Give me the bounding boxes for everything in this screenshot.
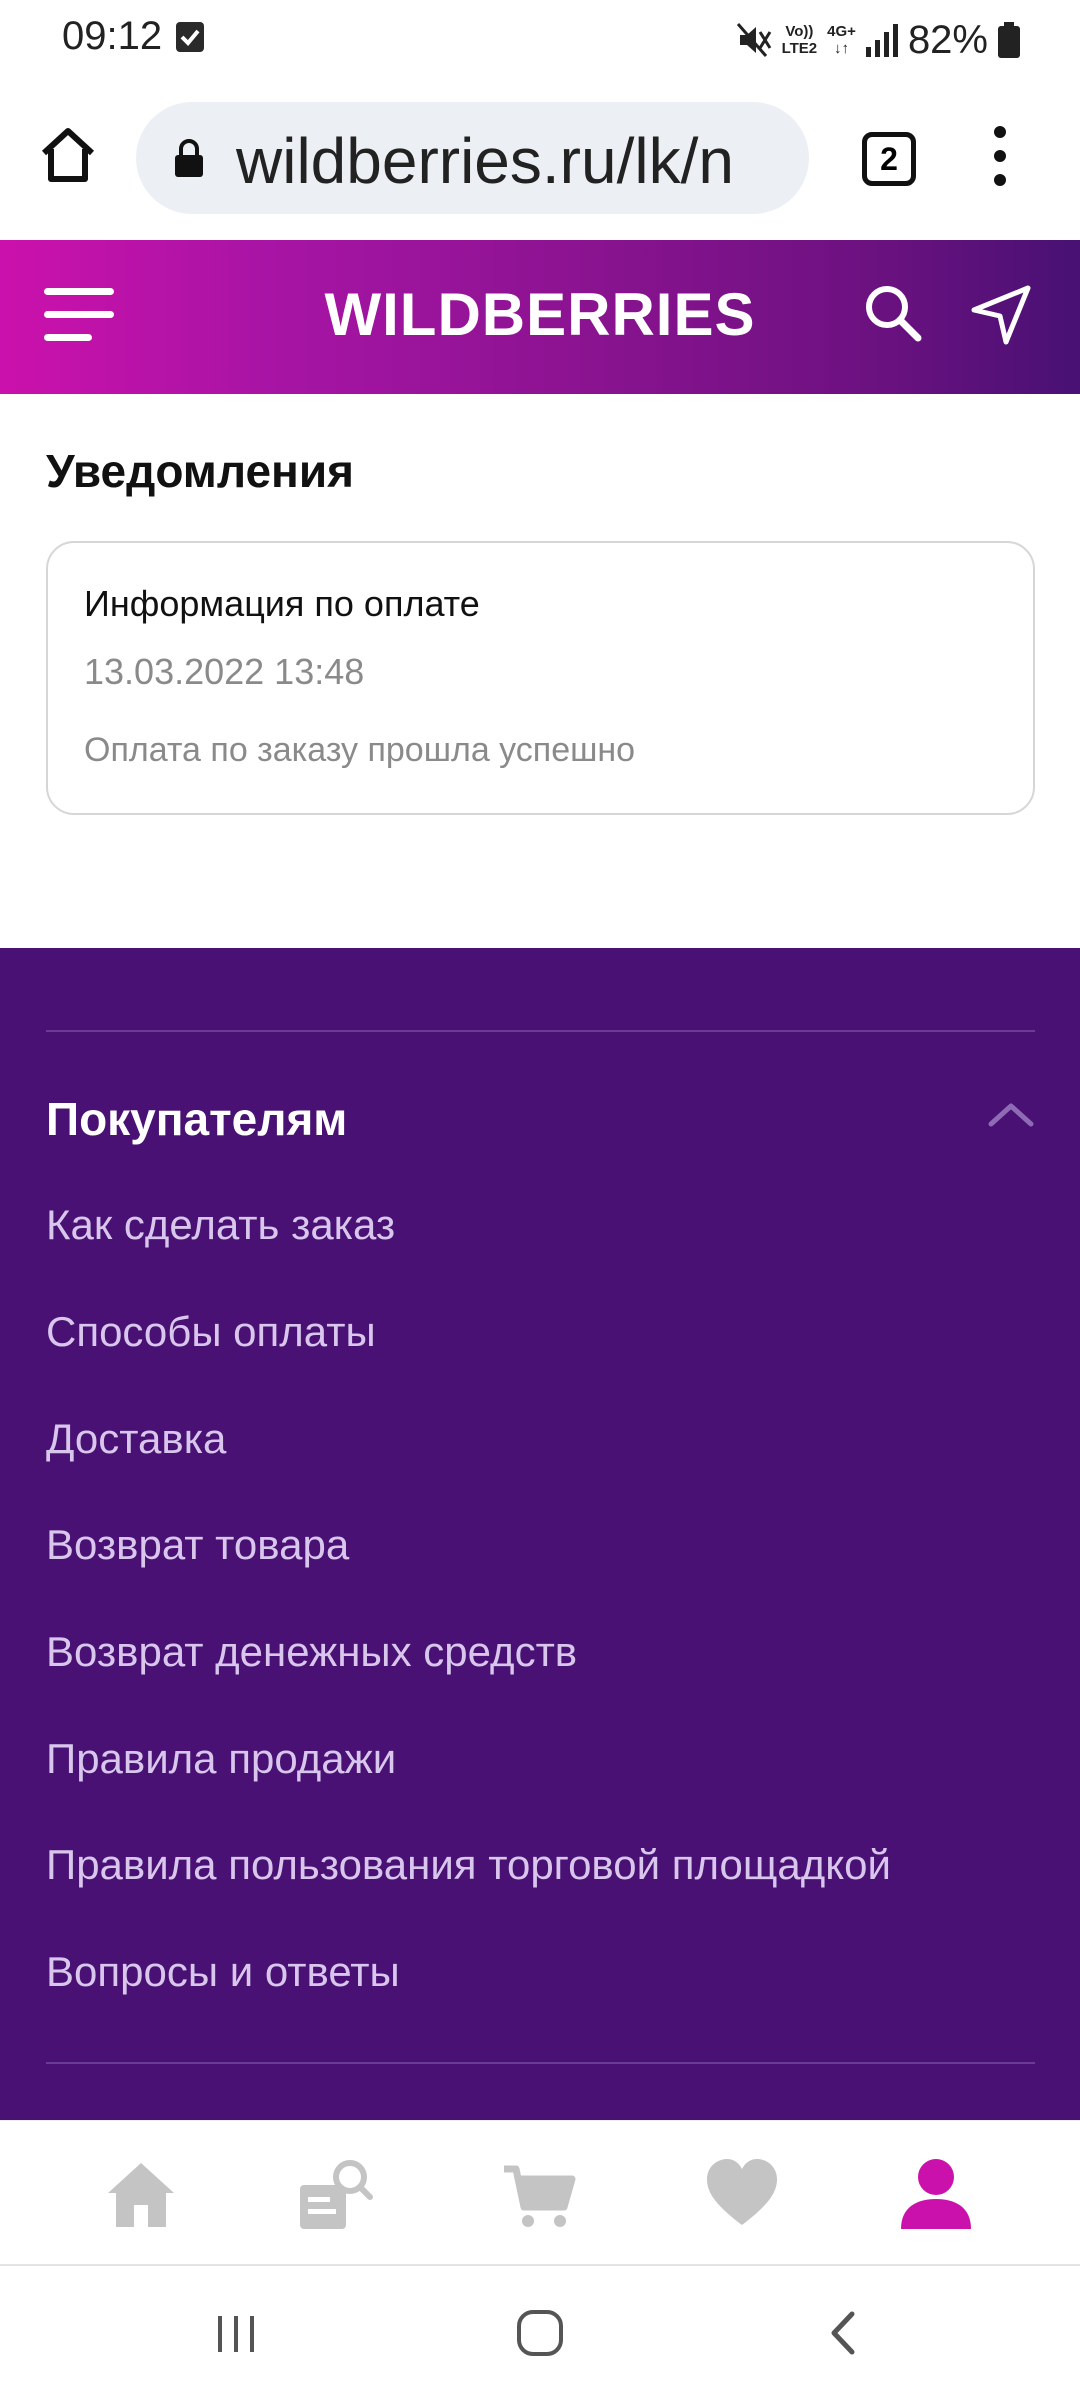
nav-cart-button[interactable] — [500, 2155, 578, 2233]
system-navigation-bar — [0, 2264, 1080, 2400]
menu-dot — [994, 126, 1006, 138]
site-footer: Покупателям Как сделать заказ Способы оп… — [0, 948, 1080, 2120]
network-type-indicator: 4G+ ↓↑ — [827, 23, 856, 57]
browser-home-button[interactable] — [36, 123, 100, 187]
footer-link-sale-rules[interactable]: Правила продажи — [46, 1735, 396, 1783]
cart-icon — [504, 2165, 576, 2227]
page-title: Уведомления — [46, 445, 354, 497]
system-back-button[interactable] — [820, 2308, 864, 2358]
geo-location-button[interactable] — [968, 280, 1036, 348]
heart-icon — [707, 2159, 777, 2225]
signal-icon — [865, 24, 898, 57]
recent-apps-icon — [218, 2316, 254, 2352]
footer-section-heading[interactable]: Покупателям — [46, 1092, 347, 1146]
footer-divider — [46, 1030, 1035, 1032]
volte-indicator: Vo)) LTE2 — [781, 23, 818, 57]
footer-link-delivery[interactable]: Доставка — [46, 1415, 226, 1463]
home-circle-icon — [517, 2310, 563, 2356]
back-icon — [831, 2311, 855, 2355]
status-time: 09:12 — [62, 14, 163, 58]
system-home-button[interactable] — [513, 2306, 567, 2360]
address-bar[interactable]: wildberries.ru/lk/n — [136, 102, 809, 214]
home-icon — [108, 2163, 174, 2227]
footer-link-faq[interactable]: Вопросы и ответы — [46, 1948, 400, 1996]
footer-link-how-to-order[interactable]: Как сделать заказ — [46, 1201, 395, 1249]
search-button[interactable] — [860, 280, 928, 348]
notification-card[interactable]: Информация по оплате 13.03.2022 13:48 Оп… — [46, 541, 1035, 815]
site-header: WILDBERRIES — [0, 240, 1080, 394]
nav-favorites-button[interactable] — [703, 2155, 781, 2233]
status-bar: 09:12 Vo)) LTE2 4G+ ↓↑ 82% — [0, 0, 1080, 80]
battery-percent: 82% — [907, 17, 988, 62]
footer-link-return-goods[interactable]: Возврат товара — [46, 1521, 349, 1569]
mute-icon — [736, 23, 771, 57]
footer-divider — [46, 2062, 1035, 2064]
nav-home-button[interactable] — [102, 2155, 180, 2233]
footer-link-payment-methods[interactable]: Способы оплаты — [46, 1308, 376, 1356]
chevron-up-icon[interactable] — [985, 1094, 1037, 1134]
menu-dot — [994, 174, 1006, 186]
nav-profile-button[interactable] — [897, 2155, 975, 2233]
catalog-search-icon — [300, 2160, 373, 2229]
tab-switcher-button[interactable]: 2 — [862, 132, 916, 186]
browser-menu-button[interactable] — [985, 126, 1015, 196]
bottom-navigation — [0, 2120, 1080, 2264]
menu-dot — [994, 150, 1006, 162]
search-icon — [866, 286, 922, 342]
nav-catalog-button[interactable] — [296, 2155, 374, 2233]
profile-icon — [901, 2159, 971, 2229]
browser-toolbar: wildberries.ru/lk/n 2 — [0, 80, 1080, 240]
footer-link-platform-rules[interactable]: Правила пользования торговой площадкой — [46, 1841, 891, 1889]
battery-icon — [998, 22, 1020, 58]
notification-date: 13.03.2022 13:48 — [84, 651, 365, 692]
notification-text: Оплата по заказу прошла успешно — [84, 731, 636, 769]
lock-icon — [174, 139, 204, 177]
recent-apps-button[interactable] — [212, 2308, 260, 2358]
navigation-arrow-icon — [971, 285, 1031, 345]
footer-link-refund[interactable]: Возврат денежных средств — [46, 1628, 577, 1676]
notification-title: Информация по оплате — [84, 583, 480, 624]
url-text: wildberries.ru/lk/n — [236, 125, 734, 197]
home-icon — [41, 128, 95, 182]
status-indicators: Vo)) LTE2 4G+ ↓↑ 82% — [736, 12, 1020, 68]
checkbox-notification-icon — [176, 22, 204, 52]
